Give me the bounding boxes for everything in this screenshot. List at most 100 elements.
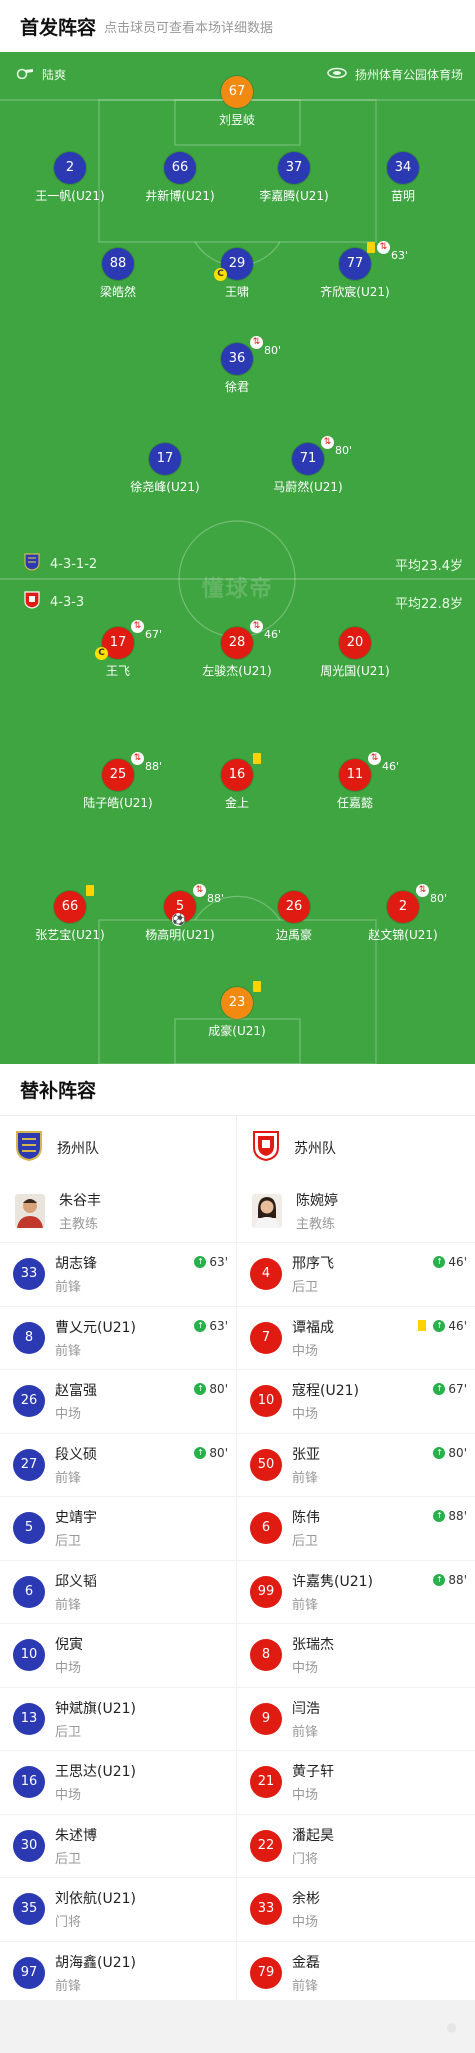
sub-row[interactable]: 21 黄子轩 中场 xyxy=(237,1750,475,1814)
sub-row[interactable]: 33 胡志锋 前锋 ↑ 63' xyxy=(0,1242,236,1306)
substitution-time: 63' xyxy=(391,249,409,262)
sub-row[interactable]: 13 钟斌旗(U21) 后卫 xyxy=(0,1686,236,1751)
yellow-card-icon xyxy=(418,1320,427,1331)
sub-name: 刘依航(U21) xyxy=(55,1891,136,1908)
sub-position: 后卫 xyxy=(292,1534,319,1550)
sub-status: ↑ 80' xyxy=(433,1446,467,1460)
sub-in-time: 63' xyxy=(209,1318,228,1333)
away-coach-role: 主教练 xyxy=(296,1216,336,1232)
pitch-player[interactable]: 23 成豪(U21) xyxy=(167,981,307,1039)
sub-position: 中场 xyxy=(292,1788,319,1804)
sub-name: 邱义韬 xyxy=(55,1573,97,1590)
sub-name: 谭福成 xyxy=(292,1319,334,1336)
sub-row[interactable]: 22 潘起昊 门将 xyxy=(237,1813,475,1878)
sub-row[interactable]: 16 王思达(U21) 中场 xyxy=(0,1750,236,1814)
sub-row[interactable]: 6 陈伟 后卫 ↑ 88' xyxy=(237,1496,475,1560)
sub-position: 前锋 xyxy=(55,1343,82,1359)
sub-name: 胡海鑫(U21) xyxy=(55,1954,136,1971)
footer: ● xyxy=(0,2000,475,2053)
sub-row[interactable]: 35 刘依航(U21) 门将 xyxy=(0,1877,236,1941)
home-crest-icon xyxy=(24,553,40,575)
sub-row[interactable]: 4 邢序飞 后卫 ↑ 46' xyxy=(237,1242,475,1306)
referee-name: 陆爽 xyxy=(42,68,67,82)
referee: 陆爽 xyxy=(16,66,66,83)
home-team-header[interactable]: 扬州队 xyxy=(0,1116,236,1179)
sub-position: 前锋 xyxy=(55,1597,82,1613)
away-coach[interactable]: 陈婉婷 主教练 xyxy=(237,1179,475,1242)
sub-status: ↑ 46' xyxy=(418,1319,467,1333)
substitution-time: 80' xyxy=(430,892,448,905)
sub-name: 史靖宇 xyxy=(55,1510,97,1527)
shirt-number: 26 xyxy=(278,891,310,923)
shirt-number: 34 xyxy=(387,152,419,184)
pitch-player[interactable]: 20 周光国(U21) xyxy=(285,627,425,679)
sub-name: 王思达(U21) xyxy=(55,1764,136,1781)
pitch-player[interactable]: 36 ⇅ 80' 徐君 xyxy=(167,336,307,395)
sub-position: 后卫 xyxy=(55,1724,82,1740)
pitch-player[interactable]: 34 苗明 xyxy=(333,152,473,204)
sub-position: 前锋 xyxy=(55,1280,82,1296)
player-name: 徐君 xyxy=(224,380,249,394)
yellow-card-icon xyxy=(86,885,94,896)
sub-row[interactable]: 79 金磊 前锋 xyxy=(237,1940,475,2005)
pitch-player[interactable]: 77 ⇅ 63' 齐欣宸(U21) xyxy=(285,241,425,300)
sub-row[interactable]: 5 史靖宇 后卫 xyxy=(0,1496,236,1560)
sub-row[interactable]: 8 曹乂元(U21) 前锋 ↑ 63' xyxy=(0,1305,236,1370)
venue-name: 扬州体育公园体育场 xyxy=(354,68,463,82)
away-team-name: 苏州队 xyxy=(294,1140,336,1157)
sub-name: 潘起昊 xyxy=(292,1827,334,1844)
subs-title: 替补阵容 xyxy=(0,1064,475,1116)
sub-in-time: 63' xyxy=(209,1255,228,1269)
sub-row[interactable]: 97 胡海鑫(U21) 前锋 xyxy=(0,1940,236,2005)
sub-number: 33 xyxy=(250,1893,282,1926)
sub-name: 闫浩 xyxy=(292,1700,320,1717)
sub-row[interactable]: 99 许嘉隽(U21) 前锋 ↑ 88' xyxy=(237,1559,475,1624)
sub-row[interactable]: 27 段义硕 前锋 ↑ 80' xyxy=(0,1432,236,1497)
player-name: 刘昱岐 xyxy=(218,113,255,127)
sub-status: ↑ 80' xyxy=(194,1382,228,1396)
sub-name: 邢序飞 xyxy=(292,1256,334,1273)
sub-in-time: 80' xyxy=(209,1445,228,1460)
sub-row[interactable]: 26 赵富强 中场 ↑ 80' xyxy=(0,1369,236,1433)
sub-row[interactable]: 8 张瑞杰 中场 xyxy=(237,1623,475,1687)
pitch-player[interactable]: 71 ⇅ 80' 马蔚然(U21) xyxy=(238,436,378,495)
substitution-time: 88' xyxy=(207,892,225,905)
player-name: 齐欣宸(U21) xyxy=(320,285,390,299)
pitch-player[interactable]: 17 徐尧峰(U21) xyxy=(95,443,235,495)
sub-row[interactable]: 30 朱述博 后卫 xyxy=(0,1813,236,1878)
sub-name: 曹乂元(U21) xyxy=(55,1319,136,1336)
yellow-card-icon xyxy=(367,242,375,253)
sub-in-time: 46' xyxy=(448,1318,467,1333)
sub-name: 许嘉隽(U21) xyxy=(292,1573,373,1590)
home-avg-age: 平均23.4岁 xyxy=(395,558,463,574)
away-team-header[interactable]: 苏州队 xyxy=(237,1116,475,1179)
sub-number: 13 xyxy=(13,1702,45,1735)
substitution-icon: ⇅ xyxy=(416,884,429,897)
shirt-number: 66 xyxy=(54,885,94,923)
substitution-icon: ⇅ xyxy=(193,884,206,897)
sub-position: 门将 xyxy=(55,1915,82,1931)
venue: 扬州体育公园体育场 xyxy=(327,66,463,83)
sub-in-time: 46' xyxy=(448,1255,467,1269)
substitution-time: 46' xyxy=(382,760,400,773)
home-coach[interactable]: 朱谷丰 主教练 xyxy=(0,1179,236,1242)
sub-in-icon: ↑ xyxy=(433,1383,446,1395)
home-coach-avatar xyxy=(15,1193,45,1228)
pitch-player[interactable]: 2 ⇅ 80' 赵文锦(U21) xyxy=(333,884,473,943)
sub-position: 中场 xyxy=(292,1915,319,1931)
sub-row[interactable]: 10 倪寅 中场 xyxy=(0,1623,236,1687)
pitch-player[interactable]: 67 刘昱岐 xyxy=(167,76,307,128)
sub-row[interactable]: 50 张亚 前锋 ↑ 80' xyxy=(237,1432,475,1497)
sub-row[interactable]: 7 谭福成 中场 ↑ 46' xyxy=(237,1305,475,1370)
sub-number: 22 xyxy=(250,1829,282,1862)
shirt-number: 66 xyxy=(164,152,196,184)
sub-row[interactable]: 33 余彬 中场 xyxy=(237,1877,475,1941)
pitch-player[interactable]: 11 ⇅ 46' 任嘉懿 xyxy=(285,752,425,811)
sub-number: 7 xyxy=(250,1321,282,1354)
sub-in-icon: ↑ xyxy=(194,1446,207,1459)
sub-row[interactable]: 6 邱义韬 前锋 xyxy=(0,1559,236,1624)
substitution-time: 80' xyxy=(264,344,282,357)
sub-status: ↑ 67' xyxy=(433,1382,467,1396)
sub-row[interactable]: 9 闫浩 前锋 xyxy=(237,1686,475,1751)
sub-row[interactable]: 10 寇程(U21) 中场 ↑ 67' xyxy=(237,1369,475,1433)
